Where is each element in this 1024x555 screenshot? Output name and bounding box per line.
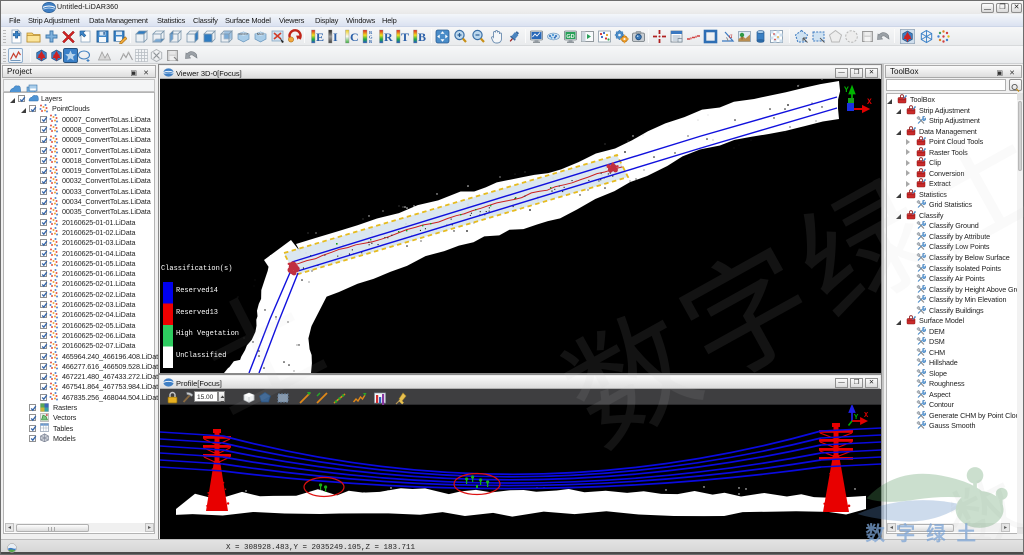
svg-text:B: B (369, 39, 372, 44)
svg-text:BACK: BACK (257, 32, 265, 36)
svg-text:X: X (864, 412, 869, 420)
svg-text:UnClassified: UnClassified (176, 352, 226, 360)
svg-text:T: T (401, 30, 409, 44)
svg-text:Classification(s): Classification(s) (161, 265, 232, 273)
svg-text:B: B (418, 30, 426, 44)
svg-text:High Vegetation: High Vegetation (176, 330, 239, 338)
svg-text:Y: Y (844, 86, 849, 95)
svg-text:FRONT: FRONT (239, 32, 249, 36)
svg-text:R: R (384, 30, 393, 44)
svg-text:Reserved13: Reserved13 (176, 309, 218, 317)
svg-text:Reserved14: Reserved14 (176, 287, 218, 295)
svg-text:I: I (333, 30, 338, 44)
svg-text:X: X (867, 98, 872, 107)
svg-text:a: a (729, 32, 733, 40)
svg-text:GD: GD (566, 34, 574, 40)
svg-text:E: E (316, 30, 324, 44)
svg-text:C: C (350, 30, 359, 44)
